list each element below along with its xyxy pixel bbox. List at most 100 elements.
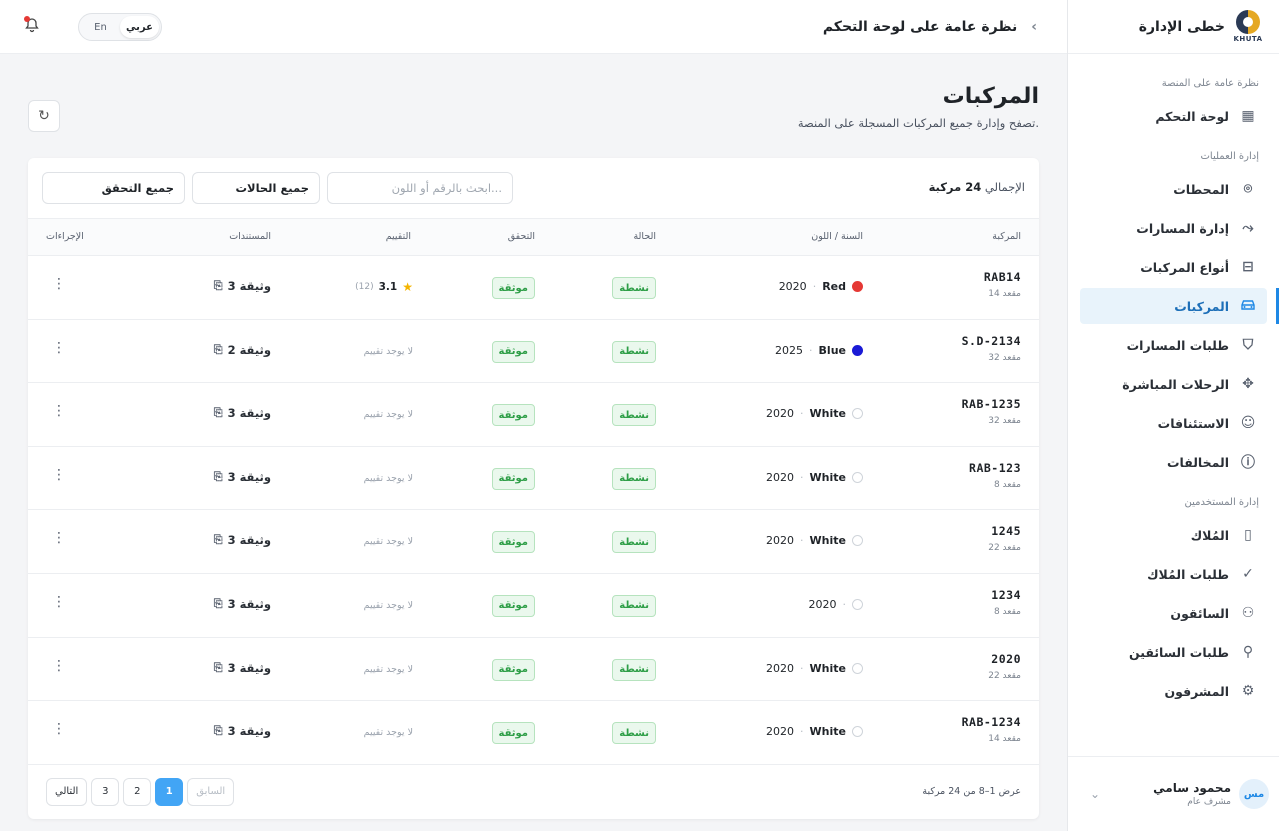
verification-filter-select[interactable]: جميع التحقق (42, 172, 185, 204)
sidebar-item-vehicle-types[interactable]: أنواع المركبات ⊟ (1080, 249, 1267, 285)
vehicle-seats: 14 مقعد (988, 289, 1021, 299)
sidebar-item-owner-requests[interactable]: طلبات المُلاك ✓ (1080, 556, 1267, 592)
vehicle-plate: RAB-1235 (961, 397, 1021, 412)
year-color-cell: 2020 · White (766, 471, 863, 484)
paperclip-icon: ⎘ (213, 279, 223, 292)
lang-ar-option[interactable]: عربي (120, 16, 159, 38)
sidebar-item-live-trips[interactable]: الرحلات المباشرة ✥ (1080, 366, 1267, 402)
vehicle-seats: 32 مقعد (988, 416, 1021, 427)
language-toggle[interactable]: En عربي (78, 13, 162, 41)
sidebar-nav: نظرة عامة على المنصة لوحة التحكم ▦ إدارة… (1068, 54, 1279, 709)
col-status: الحالة (633, 231, 656, 242)
documents-cell[interactable]: ⎘ 2 وثيقة (214, 343, 271, 357)
sidebar-item-vehicles[interactable]: المركبات (1080, 288, 1279, 324)
paperclip-icon: ⎘ (213, 724, 223, 738)
documents-cell[interactable]: ⎘ 3 وثيقة (214, 279, 271, 293)
verified-badge: موثقة (491, 404, 535, 427)
user-menu[interactable]: ⌄ محمود سامي مشرف عام مس (1068, 756, 1279, 831)
sidebar-item-owners[interactable]: المُلاك ▯ (1080, 517, 1267, 553)
documents-cell[interactable]: ⎘ 3 وثيقة (214, 661, 271, 675)
sidebar-item-supervisors[interactable]: المشرفون ⚙ (1080, 673, 1267, 709)
table-row[interactable]: 2020 22 مقعد 2020 · White نشطة موثقة لا … (28, 638, 1039, 702)
color-swatch (852, 726, 863, 738)
search-input[interactable]: ابحث بالرقم أو اللون... (327, 172, 513, 204)
prev-page-button[interactable]: السابق (187, 777, 235, 806)
map-pin-icon: ⌾ (1243, 181, 1253, 197)
chevron-down-icon[interactable]: ⌄ (1090, 787, 1100, 801)
vehicle-color: White (809, 534, 846, 548)
verified-badge: موثقة (491, 722, 535, 745)
sidebar-item-violations[interactable]: المخالفات ⓘ (1080, 444, 1267, 480)
avatar[interactable]: مس (1239, 779, 1269, 809)
sidebar-item-label: المحطات (1173, 181, 1229, 197)
more-vertical-icon: ⋮ (52, 466, 66, 483)
vehicle-year: 2025 (775, 343, 804, 357)
status-filter-select[interactable]: جميع الحالات (192, 172, 320, 204)
pagination: التالي 3 2 1 السابق (46, 777, 235, 806)
notification-button[interactable] (24, 16, 44, 37)
documents-cell[interactable]: ⎘ 3 وثيقة (214, 724, 271, 738)
grid-icon: ▦ (1241, 108, 1255, 124)
next-page-button[interactable]: التالي (46, 777, 88, 806)
more-vertical-icon: ⋮ (52, 721, 66, 738)
logo-mark-icon (1236, 9, 1260, 34)
row-actions-button[interactable]: ⋮ (52, 658, 66, 674)
table-row[interactable]: 1234 8 مقعد 2020 · نشطة موثقة لا يوجد تق… (28, 574, 1039, 638)
sidebar-item-label: السائقون (1170, 605, 1229, 621)
documents-count: 3 وثيقة (227, 279, 271, 293)
documents-cell[interactable]: ⎘ 3 وثيقة (214, 597, 271, 611)
year-color-cell: 2020 · (809, 598, 863, 611)
page-subtitle: تصفح وإدارة جميع المركبات المسجلة على ال… (797, 116, 1039, 130)
table-row[interactable]: S.D-2134 32 مقعد 2025 · Blue نشطة موثقة … (28, 320, 1039, 384)
khuta-logo: KHUTA (1233, 9, 1263, 44)
table-row[interactable]: 1245 22 مقعد 2020 · White نشطة موثقة لا … (28, 510, 1039, 574)
nav-section-operations: إدارة العمليات (1200, 151, 1259, 162)
separator-dot: · (800, 661, 804, 675)
sidebar-item-route-requests[interactable]: طلبات المسارات ⛉ (1080, 327, 1267, 363)
vehicle-plate: RAB-1234 (961, 715, 1021, 730)
total-value: 24 مركبة (928, 180, 982, 194)
table-row[interactable]: RAB14 14 مقعد 2020 · Red نشطة موثقة (12)… (28, 256, 1039, 320)
row-actions-button[interactable]: ⋮ (52, 340, 66, 356)
sidebar-item-routes[interactable]: إدارة المسارات ⤳ (1080, 210, 1267, 246)
main-content: المركبات تصفح وإدارة جميع المركبات المسج… (0, 54, 1067, 831)
sidebar-item-label: المشرفون (1164, 683, 1229, 699)
vehicle-seats: 14 مقعد (988, 734, 1021, 745)
row-actions-button[interactable]: ⋮ (52, 594, 66, 610)
brand-name: خطى الإدارة (1138, 18, 1225, 35)
documents-cell[interactable]: ⎘ 3 وثيقة (214, 533, 271, 547)
row-actions-button[interactable]: ⋮ (52, 530, 66, 546)
alert-circle-icon: ⓘ (1241, 455, 1255, 471)
refresh-button[interactable]: ↻ (28, 100, 60, 132)
verified-badge: موثقة (491, 594, 535, 617)
table-row[interactable]: RAB-123 8 مقعد 2020 · White نشطة موثقة ل… (28, 447, 1039, 511)
bell-icon (24, 18, 40, 37)
vehicle-plate: 1234 (991, 587, 1021, 602)
sidebar-item-dashboard[interactable]: لوحة التحكم ▦ (1080, 98, 1267, 134)
row-actions-button[interactable]: ⋮ (52, 276, 66, 292)
chevron-left-icon[interactable]: ‹ (1031, 19, 1037, 35)
sidebar-item-stations[interactable]: المحطات ⌾ (1080, 171, 1267, 207)
table-row[interactable]: RAB-1235 32 مقعد 2020 · White نشطة موثقة… (28, 383, 1039, 447)
brand: خطى الإدارة KHUTA (1068, 0, 1279, 54)
year-color-cell: 2020 · White (766, 662, 863, 675)
page-button-1[interactable]: 1 (155, 777, 184, 806)
documents-cell[interactable]: ⎘ 3 وثيقة (214, 470, 271, 484)
separator-dot: · (800, 534, 804, 548)
row-actions-button[interactable]: ⋮ (52, 721, 66, 737)
documents-cell[interactable]: ⎘ 3 وثيقة (214, 406, 271, 420)
table-row[interactable]: RAB-1234 14 مقعد 2020 · White نشطة موثقة… (28, 701, 1039, 765)
row-actions-button[interactable]: ⋮ (52, 403, 66, 419)
sidebar-item-drivers[interactable]: السائقون ⚇ (1080, 595, 1267, 631)
vehicle-plate: S.D-2134 (961, 333, 1021, 348)
sidebar-item-appeals[interactable]: الاستئنافات ☺ (1080, 405, 1267, 441)
page-button-2[interactable]: 2 (123, 777, 152, 806)
lang-en-option[interactable]: En (81, 16, 120, 38)
table-header: المركبة السنة / اللون الحالة التحقق التق… (28, 219, 1039, 256)
sidebar-item-driver-requests[interactable]: طلبات السائقين ⚲ (1080, 634, 1267, 670)
color-swatch (852, 598, 863, 610)
vehicle-year: 2020 (766, 661, 795, 675)
row-actions-button[interactable]: ⋮ (52, 467, 66, 483)
status-badge: نشطة (612, 658, 656, 681)
page-button-3[interactable]: 3 (91, 777, 120, 806)
